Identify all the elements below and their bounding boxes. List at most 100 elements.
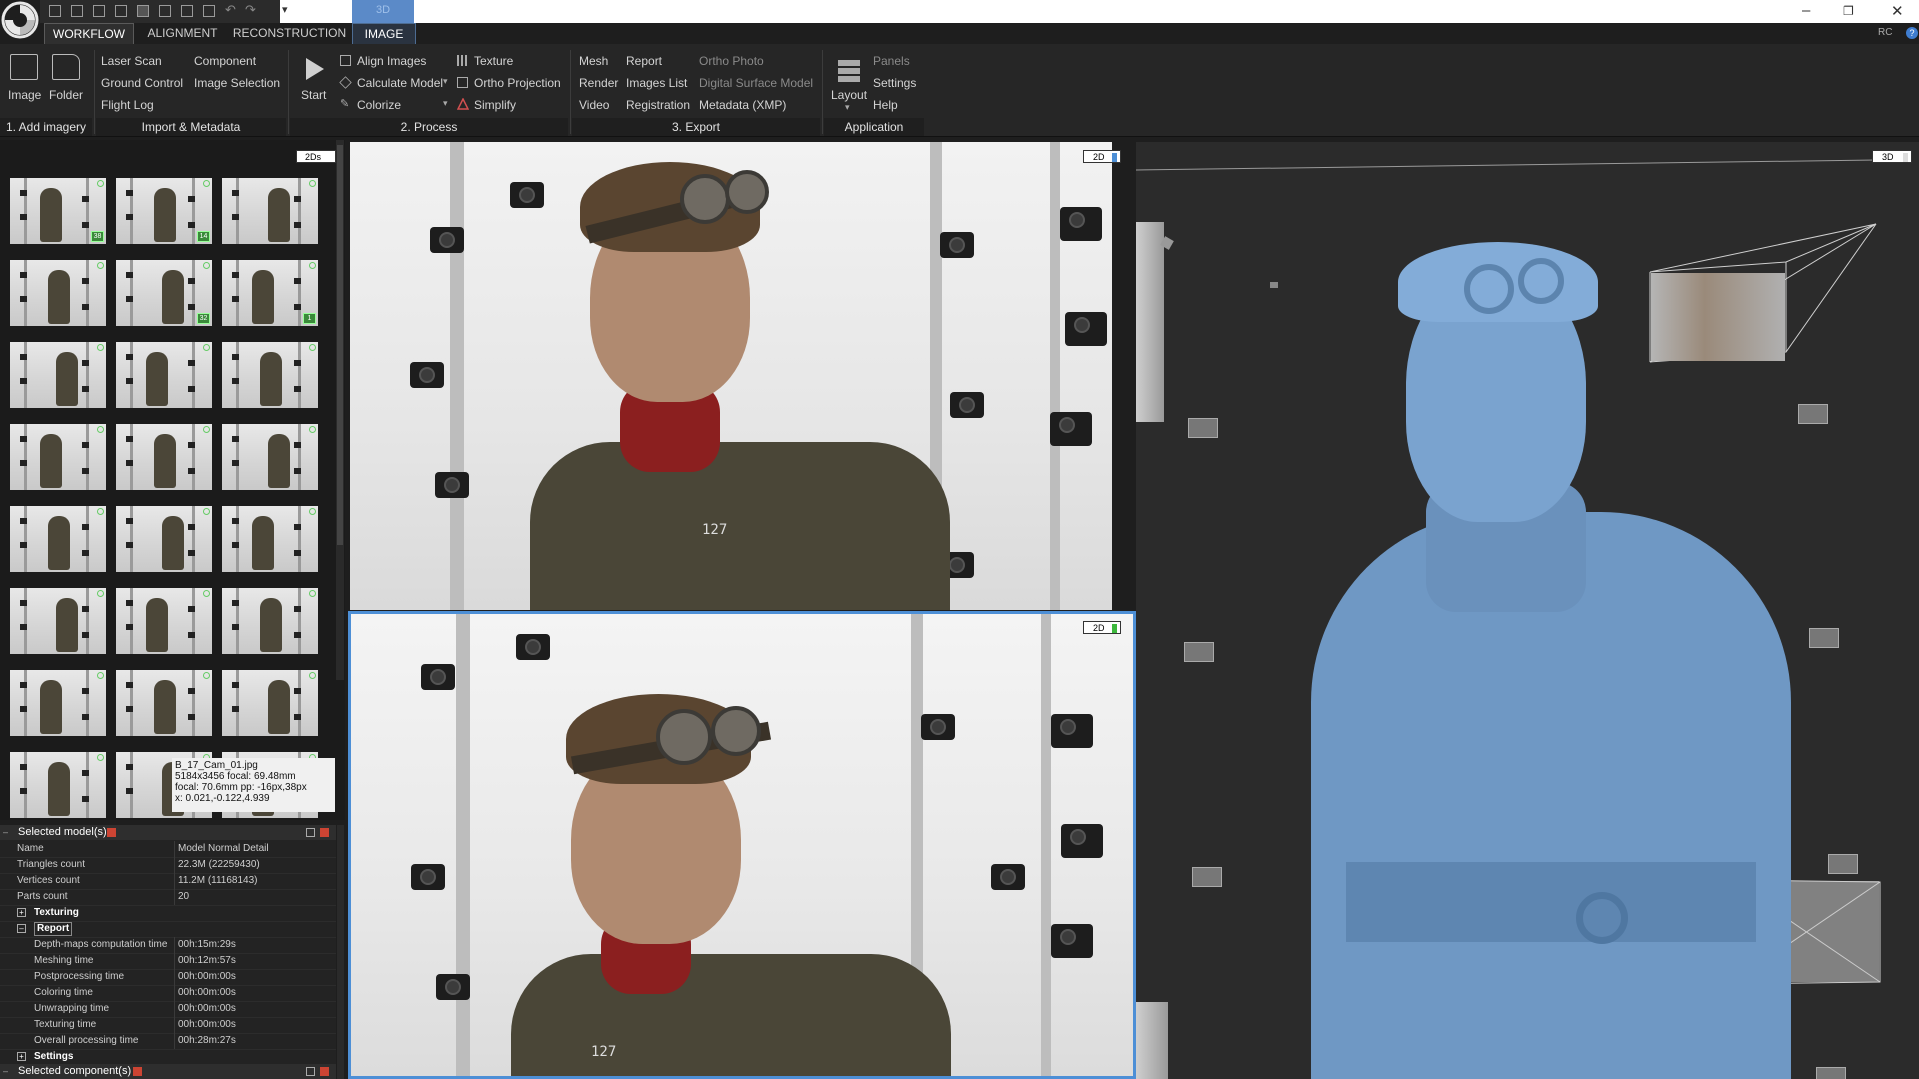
camera-marker[interactable] (1816, 1067, 1846, 1079)
export-render-button[interactable]: Render (579, 76, 618, 90)
calculate-model-button[interactable]: Calculate Model (357, 76, 443, 90)
components-close-icon[interactable] (320, 1067, 329, 1076)
camera-frustum-image[interactable] (1651, 273, 1785, 361)
report-item-row[interactable]: Overall processing time 00h:28m:27s (0, 1033, 336, 1050)
context-tab-3d[interactable]: 3D (352, 0, 414, 23)
layout-3-icon[interactable] (93, 5, 105, 17)
tab-reconstruction[interactable]: RECONSTRUCTION (232, 23, 347, 44)
calculate-model-dropdown-icon[interactable]: ▾ (443, 76, 448, 87)
layout-7-icon[interactable] (181, 5, 193, 17)
image-thumbnail[interactable] (10, 752, 106, 818)
settings-button[interactable]: Settings (873, 76, 916, 90)
report-item-row[interactable]: Unwrapping time 00h:00m:00s (0, 1001, 336, 1018)
export-dsm-button[interactable]: Digital Surface Model (699, 76, 813, 90)
image-thumbnail[interactable]: 32 (116, 260, 212, 326)
add-image-icon[interactable] (10, 54, 38, 80)
prop-value[interactable]: 22.3M (22259430) (178, 857, 260, 873)
expand-settings-icon[interactable]: + (17, 1052, 26, 1061)
customize-dropdown-icon[interactable]: ▾ (282, 3, 288, 16)
add-folder-icon[interactable] (52, 54, 80, 80)
image-viewport-top[interactable]: 127 (350, 142, 1112, 610)
start-button[interactable]: Start (301, 88, 326, 102)
3d-viewport-tag[interactable]: 3D (1872, 150, 1912, 163)
help-icon[interactable]: ? (1906, 27, 1918, 39)
property-row[interactable]: Name Model Normal Detail (0, 841, 336, 858)
close-components-icon[interactable] (133, 1067, 142, 1076)
export-report-button[interactable]: Report (626, 54, 662, 68)
help-button[interactable]: Help (873, 98, 898, 112)
layout-icon[interactable] (838, 60, 860, 82)
export-registration-button[interactable]: Registration (626, 98, 690, 112)
image-thumbnail[interactable] (222, 506, 318, 572)
properties-scrollbar[interactable] (337, 825, 344, 1079)
add-folder-button[interactable]: Folder (49, 88, 83, 102)
collapse-components-icon[interactable]: – (3, 1064, 8, 1079)
prop-value[interactable]: 20 (178, 889, 189, 905)
ground-control-button[interactable]: Ground Control (101, 76, 183, 90)
report-item-row[interactable]: Depth-maps computation time 00h:15m:29s (0, 937, 336, 954)
bottom-viewport-tag[interactable]: 2D (1083, 621, 1121, 634)
report-item-row[interactable]: Coloring time 00h:00m:00s (0, 985, 336, 1002)
expand-icon[interactable]: + (17, 908, 26, 917)
image-selection-button[interactable]: Image Selection (194, 76, 280, 90)
image-thumbnail[interactable] (222, 342, 318, 408)
pin-icon[interactable] (306, 828, 315, 837)
ortho-projection-button[interactable]: Ortho Projection (474, 76, 561, 90)
layout-6-icon[interactable] (159, 5, 171, 17)
flight-log-button[interactable]: Flight Log (101, 98, 154, 112)
camera-marker[interactable] (1828, 854, 1858, 874)
layout-8-icon[interactable] (203, 5, 215, 17)
image-thumbnail[interactable] (222, 670, 318, 736)
camera-marker[interactable] (1192, 867, 1222, 887)
close-button[interactable]: ✕ (1891, 2, 1904, 20)
camera-marker[interactable] (1809, 628, 1839, 648)
image-thumbnail[interactable] (222, 424, 318, 490)
colorize-dropdown-icon[interactable]: ▾ (443, 98, 448, 109)
image-thumbnail[interactable]: 1 (222, 260, 318, 326)
export-mesh-button[interactable]: Mesh (579, 54, 608, 68)
report-item-row[interactable]: Meshing time 00h:12m:57s (0, 953, 336, 970)
align-images-button[interactable]: Align Images (357, 54, 426, 68)
close-section-icon[interactable] (107, 828, 116, 837)
image-thumbnail[interactable] (222, 178, 318, 244)
image-thumbnail[interactable]: 38 (10, 178, 106, 244)
image-thumbnail[interactable] (222, 588, 318, 654)
panels-button[interactable]: Panels (873, 54, 910, 68)
camera-marker[interactable] (1188, 418, 1218, 438)
layout-dropdown-icon[interactable]: ▾ (845, 102, 850, 113)
add-image-button[interactable]: Image (8, 88, 41, 102)
report-item-row[interactable]: Postprocessing time 00h:00m:00s (0, 969, 336, 986)
redo-icon[interactable]: ↷ (245, 2, 256, 18)
property-row[interactable]: Vertices count 11.2M (11168143) (0, 873, 336, 890)
colorize-button[interactable]: Colorize (357, 98, 401, 112)
restore-button[interactable]: ❐ (1843, 4, 1854, 18)
texturing-section[interactable]: Texturing (34, 905, 79, 921)
simplify-button[interactable]: Simplify (474, 98, 516, 112)
image-thumbnail[interactable] (116, 588, 212, 654)
collapse-report-icon[interactable]: – (17, 924, 26, 933)
camera-frustum-image[interactable] (1136, 222, 1164, 422)
export-images-list-button[interactable]: Images List (626, 76, 687, 90)
images-scrollbar-thumb[interactable] (337, 145, 343, 545)
report-row[interactable]: – Report (0, 921, 336, 938)
selected-models-header[interactable]: – Selected model(s) (0, 825, 336, 840)
texture-button[interactable]: Texture (474, 54, 513, 68)
image-thumbnail[interactable] (116, 670, 212, 736)
panel-close-icon[interactable] (320, 828, 329, 837)
start-icon[interactable] (302, 56, 326, 82)
image-viewport-bottom[interactable]: 127 (348, 611, 1136, 1079)
export-video-button[interactable]: Video (579, 98, 609, 112)
image-thumbnail[interactable] (10, 588, 106, 654)
layout-5-icon[interactable] (137, 5, 149, 17)
image-thumbnail[interactable] (116, 506, 212, 572)
image-thumbnail[interactable] (10, 342, 106, 408)
layout-1-icon[interactable] (49, 5, 61, 17)
property-row[interactable]: Triangles count 22.3M (22259430) (0, 857, 336, 874)
image-thumbnail[interactable] (10, 506, 106, 572)
camera-frustum-image[interactable] (1136, 1002, 1168, 1079)
image-thumbnail[interactable] (116, 342, 212, 408)
texturing-row[interactable]: + Texturing (0, 905, 336, 922)
camera-marker[interactable] (1798, 404, 1828, 424)
pin-components-icon[interactable] (306, 1067, 315, 1076)
top-viewport-tag[interactable]: 2D (1083, 150, 1121, 163)
